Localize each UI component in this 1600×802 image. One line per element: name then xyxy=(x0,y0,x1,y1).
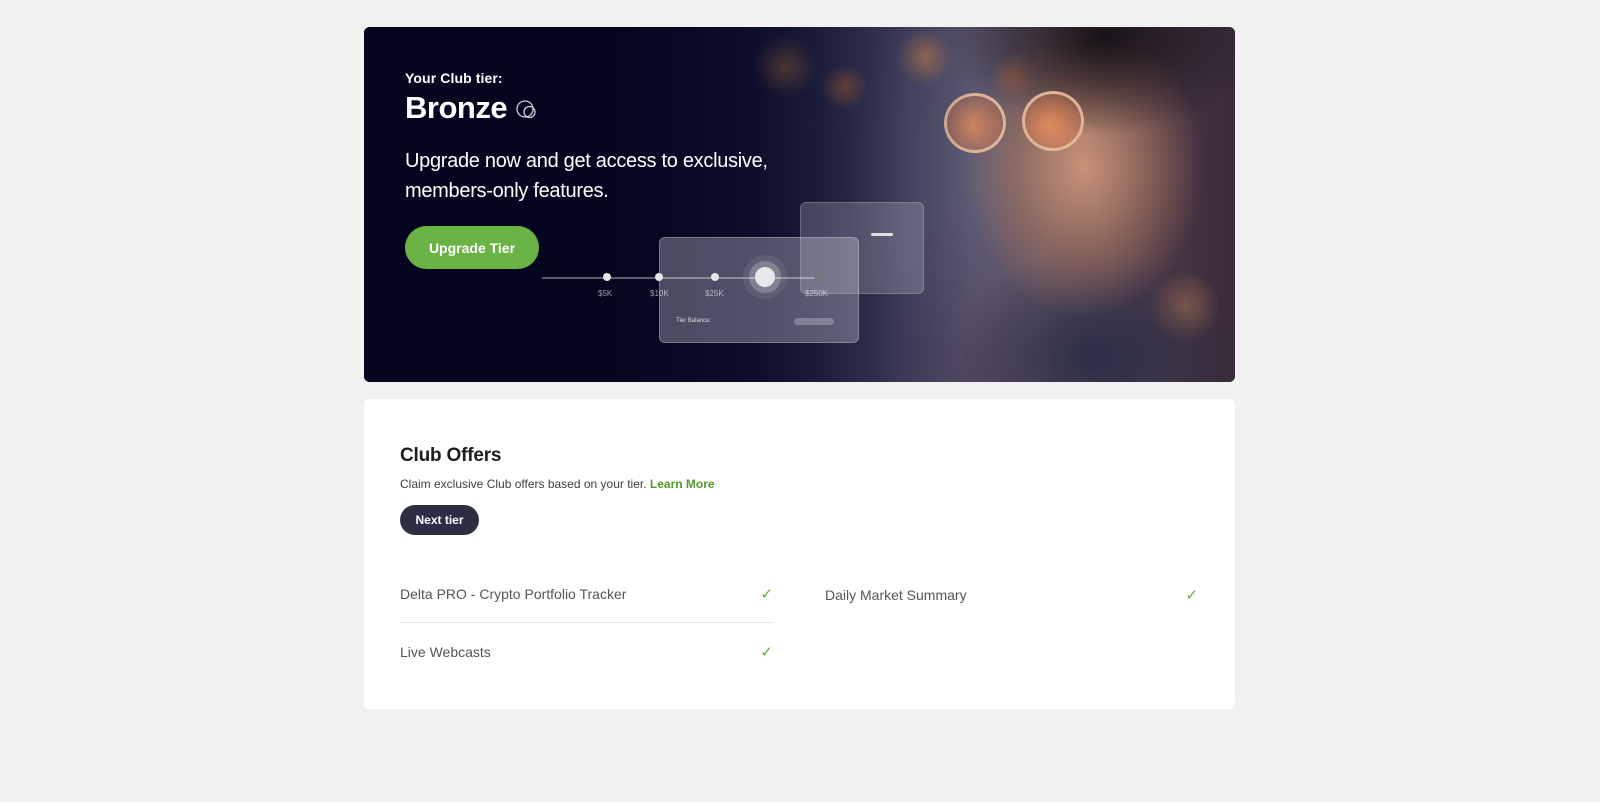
check-icon: ✓ xyxy=(760,586,773,603)
tier-label: Your Club tier: xyxy=(405,70,503,86)
tier-name: Bronze xyxy=(405,90,508,125)
offer-item: Live Webcasts ✓ xyxy=(400,623,773,680)
tier-slider-track xyxy=(542,277,822,279)
page: Tier Balance: $5K $10K $25K $250K Your C… xyxy=(0,0,1600,802)
club-offers-description-text: Claim exclusive Club offers based on you… xyxy=(400,477,647,491)
tier-tick-label: $10K xyxy=(650,289,669,298)
tier-dot-250k xyxy=(814,273,822,281)
offer-item: Delta PRO - Crypto Portfolio Tracker ✓ xyxy=(400,566,773,623)
upgrade-tier-button[interactable]: Upgrade Tier xyxy=(405,226,539,269)
tier-dot-5k xyxy=(603,273,611,281)
offer-item-label: Daily Market Summary xyxy=(825,586,967,603)
tier-dot-10k xyxy=(655,273,663,281)
tier-tick-label: $5K xyxy=(598,289,613,298)
tier-balance-placeholder xyxy=(794,318,834,325)
check-icon: ✓ xyxy=(1185,586,1198,604)
check-icon: ✓ xyxy=(760,643,773,661)
club-offers-title: Club Offers xyxy=(400,445,502,466)
tier-balance-label: Tier Balance: xyxy=(676,318,712,324)
offer-item: Daily Market Summary ✓ xyxy=(825,566,1198,623)
bronze-coin-icon xyxy=(516,100,536,119)
club-offers-panel: Club Offers Claim exclusive Club offers … xyxy=(364,399,1235,709)
hero-content: Your Club tier: Bronze Upgrade now and g… xyxy=(405,70,785,269)
offer-list: Delta PRO - Crypto Portfolio Tracker ✓ D… xyxy=(400,566,1200,680)
hero-tagline: Upgrade now and get access to exclusive,… xyxy=(405,150,768,202)
club-tier-hero: Tier Balance: $5K $10K $25K $250K Your C… xyxy=(364,27,1235,382)
tier-tick-label: $250K xyxy=(805,289,829,298)
tier-tick-label: $25K xyxy=(705,289,724,298)
club-offers-description: Claim exclusive Club offers based on you… xyxy=(400,477,1199,491)
next-tier-button[interactable]: Next tier xyxy=(400,505,479,535)
tier-dot-25k xyxy=(711,273,719,281)
tier-dot-current xyxy=(755,267,775,287)
learn-more-link[interactable]: Learn More xyxy=(650,477,715,491)
tier-row: Bronze xyxy=(405,90,785,126)
offer-item-label: Live Webcasts xyxy=(400,643,491,660)
offer-item-label: Delta PRO - Crypto Portfolio Tracker xyxy=(400,586,627,602)
